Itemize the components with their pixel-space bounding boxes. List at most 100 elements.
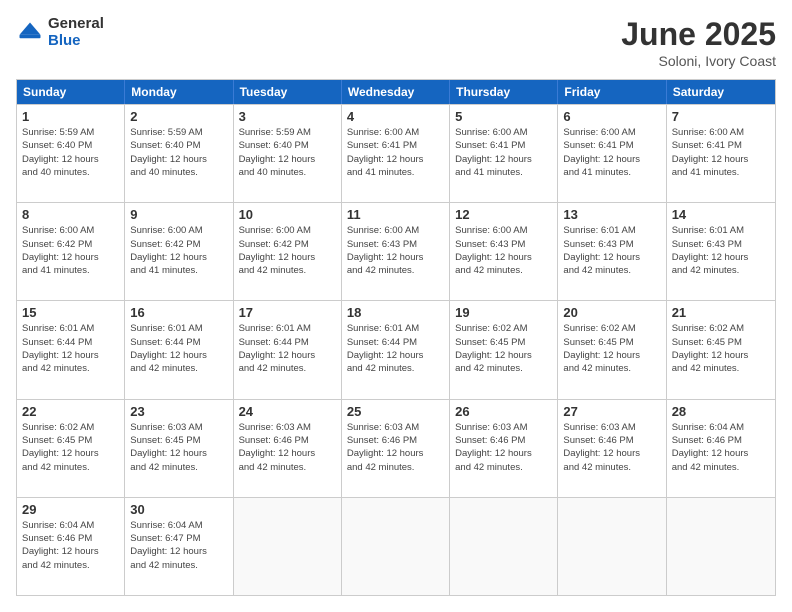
day-header-sunday: Sunday (17, 80, 125, 104)
day-number: 26 (455, 404, 552, 419)
day-number: 22 (22, 404, 119, 419)
day-info: Sunrise: 6:03 AMSunset: 6:45 PMDaylight:… (130, 421, 227, 474)
day-info: Sunrise: 6:00 AMSunset: 6:41 PMDaylight:… (672, 126, 770, 179)
logo-text: General Blue (48, 16, 104, 49)
day-number: 10 (239, 207, 336, 222)
day-cell-22: 22Sunrise: 6:02 AMSunset: 6:45 PMDayligh… (17, 400, 125, 497)
empty-cell (450, 498, 558, 595)
day-number: 14 (672, 207, 770, 222)
day-number: 30 (130, 502, 227, 517)
day-number: 12 (455, 207, 552, 222)
day-cell-24: 24 Sunrise: 6:03 AMSunset: 6:46 PMDayligh… (234, 400, 342, 497)
week-row-1: 1 Sunrise: 5:59 AMSunset: 6:40 PMDaylight… (17, 104, 775, 202)
day-cell-18: 18Sunrise: 6:01 AMSunset: 6:44 PMDayligh… (342, 301, 450, 398)
day-number: 29 (22, 502, 119, 517)
day-number: 27 (563, 404, 660, 419)
day-cell-29: 29 Sunrise: 6:04 AMSunset: 6:46 PMDayligh… (17, 498, 125, 595)
logo: General Blue (16, 16, 104, 49)
day-number: 2 (130, 109, 227, 124)
title-block: June 2025 Soloni, Ivory Coast (621, 16, 776, 69)
logo-icon (16, 19, 44, 47)
calendar: SundayMondayTuesdayWednesdayThursdayFrid… (16, 79, 776, 596)
day-info: Sunrise: 6:02 AMSunset: 6:45 PMDaylight:… (455, 322, 552, 375)
day-number: 28 (672, 404, 770, 419)
day-info: Sunrise: 6:04 AMSunset: 6:46 PMDaylight:… (22, 519, 119, 572)
day-cell-11: 11Sunrise: 6:00 AMSunset: 6:43 PMDayligh… (342, 203, 450, 300)
day-info: Sunrise: 6:02 AMSunset: 6:45 PMDaylight:… (563, 322, 660, 375)
day-info: Sunrise: 6:01 AMSunset: 6:44 PMDaylight:… (239, 322, 336, 375)
day-cell-2: 2 Sunrise: 5:59 AMSunset: 6:40 PMDaylight… (125, 105, 233, 202)
day-cell-23: 23 Sunrise: 6:03 AMSunset: 6:45 PMDayligh… (125, 400, 233, 497)
day-number: 1 (22, 109, 119, 124)
day-cell-27: 27 Sunrise: 6:03 AMSunset: 6:46 PMDayligh… (558, 400, 666, 497)
day-cell-25: 25 Sunrise: 6:03 AMSunset: 6:46 PMDayligh… (342, 400, 450, 497)
day-cell-28: 28Sunrise: 6:04 AMSunset: 6:46 PMDayligh… (667, 400, 775, 497)
day-header-thursday: Thursday (450, 80, 558, 104)
day-number: 4 (347, 109, 444, 124)
page: General Blue June 2025 Soloni, Ivory Coa… (0, 0, 792, 612)
day-cell-21: 21Sunrise: 6:02 AMSunset: 6:45 PMDayligh… (667, 301, 775, 398)
day-number: 17 (239, 305, 336, 320)
day-number: 21 (672, 305, 770, 320)
day-info: Sunrise: 6:01 AMSunset: 6:44 PMDaylight:… (347, 322, 444, 375)
day-number: 23 (130, 404, 227, 419)
day-info: Sunrise: 6:04 AMSunset: 6:47 PMDaylight:… (130, 519, 227, 572)
day-info: Sunrise: 6:01 AMSunset: 6:44 PMDaylight:… (130, 322, 227, 375)
day-cell-3: 3Sunrise: 5:59 AMSunset: 6:40 PMDaylight… (234, 105, 342, 202)
day-cell-26: 26 Sunrise: 6:03 AMSunset: 6:46 PMDayligh… (450, 400, 558, 497)
day-cell-4: 4 Sunrise: 6:00 AMSunset: 6:41 PMDaylight… (342, 105, 450, 202)
day-info: Sunrise: 6:00 AMSunset: 6:42 PMDaylight:… (239, 224, 336, 277)
day-cell-7: 7Sunrise: 6:00 AMSunset: 6:41 PMDaylight… (667, 105, 775, 202)
day-cell-10: 10 Sunrise: 6:00 AMSunset: 6:42 PMDayligh… (234, 203, 342, 300)
day-header-tuesday: Tuesday (234, 80, 342, 104)
day-info: Sunrise: 6:03 AMSunset: 6:46 PMDaylight:… (239, 421, 336, 474)
day-cell-15: 15 Sunrise: 6:01 AMSunset: 6:44 PMDayligh… (17, 301, 125, 398)
day-cell-30: 30 Sunrise: 6:04 AMSunset: 6:47 PMDayligh… (125, 498, 233, 595)
day-number: 16 (130, 305, 227, 320)
day-info: Sunrise: 6:03 AMSunset: 6:46 PMDaylight:… (347, 421, 444, 474)
day-cell-19: 19Sunrise: 6:02 AMSunset: 6:45 PMDayligh… (450, 301, 558, 398)
day-header-saturday: Saturday (667, 80, 775, 104)
day-info: Sunrise: 6:03 AMSunset: 6:46 PMDaylight:… (455, 421, 552, 474)
header: General Blue June 2025 Soloni, Ivory Coa… (16, 16, 776, 69)
day-info: Sunrise: 6:00 AMSunset: 6:41 PMDaylight:… (347, 126, 444, 179)
day-cell-20: 20 Sunrise: 6:02 AMSunset: 6:45 PMDayligh… (558, 301, 666, 398)
empty-cell (342, 498, 450, 595)
calendar-body: 1 Sunrise: 5:59 AMSunset: 6:40 PMDaylight… (17, 104, 775, 595)
logo-blue: Blue (48, 33, 104, 50)
empty-cell (234, 498, 342, 595)
day-cell-16: 16 Sunrise: 6:01 AMSunset: 6:44 PMDayligh… (125, 301, 233, 398)
calendar-header: SundayMondayTuesdayWednesdayThursdayFrid… (17, 80, 775, 104)
day-info: Sunrise: 6:00 AMSunset: 6:41 PMDaylight:… (455, 126, 552, 179)
day-info: Sunrise: 5:59 AMSunset: 6:40 PMDaylight:… (130, 126, 227, 179)
day-cell-1: 1Sunrise: 5:59 AMSunset: 6:40 PMDaylight… (17, 105, 125, 202)
day-number: 8 (22, 207, 119, 222)
location: Soloni, Ivory Coast (621, 53, 776, 69)
day-cell-5: 5 Sunrise: 6:00 AMSunset: 6:41 PMDaylight… (450, 105, 558, 202)
day-info: Sunrise: 6:00 AMSunset: 6:42 PMDaylight:… (22, 224, 119, 277)
day-cell-6: 6 Sunrise: 6:00 AMSunset: 6:41 PMDaylight… (558, 105, 666, 202)
day-info: Sunrise: 5:59 AMSunset: 6:40 PMDaylight:… (239, 126, 336, 179)
day-header-friday: Friday (558, 80, 666, 104)
day-number: 5 (455, 109, 552, 124)
week-row-2: 8 Sunrise: 6:00 AMSunset: 6:42 PMDaylight… (17, 202, 775, 300)
day-cell-12: 12Sunrise: 6:00 AMSunset: 6:43 PMDayligh… (450, 203, 558, 300)
day-info: Sunrise: 6:01 AMSunset: 6:44 PMDaylight:… (22, 322, 119, 375)
day-cell-17: 17 Sunrise: 6:01 AMSunset: 6:44 PMDayligh… (234, 301, 342, 398)
day-number: 25 (347, 404, 444, 419)
week-row-5: 29 Sunrise: 6:04 AMSunset: 6:46 PMDayligh… (17, 497, 775, 595)
month-title: June 2025 (621, 16, 776, 53)
day-number: 6 (563, 109, 660, 124)
day-info: Sunrise: 6:00 AMSunset: 6:41 PMDaylight:… (563, 126, 660, 179)
empty-cell (667, 498, 775, 595)
day-number: 20 (563, 305, 660, 320)
week-row-4: 22Sunrise: 6:02 AMSunset: 6:45 PMDayligh… (17, 399, 775, 497)
week-row-3: 15 Sunrise: 6:01 AMSunset: 6:44 PMDayligh… (17, 300, 775, 398)
day-info: Sunrise: 6:03 AMSunset: 6:46 PMDaylight:… (563, 421, 660, 474)
day-cell-13: 13Sunrise: 6:01 AMSunset: 6:43 PMDayligh… (558, 203, 666, 300)
day-info: Sunrise: 6:00 AMSunset: 6:43 PMDaylight:… (347, 224, 444, 277)
day-info: Sunrise: 6:01 AMSunset: 6:43 PMDaylight:… (672, 224, 770, 277)
day-number: 15 (22, 305, 119, 320)
day-number: 24 (239, 404, 336, 419)
day-cell-8: 8 Sunrise: 6:00 AMSunset: 6:42 PMDaylight… (17, 203, 125, 300)
